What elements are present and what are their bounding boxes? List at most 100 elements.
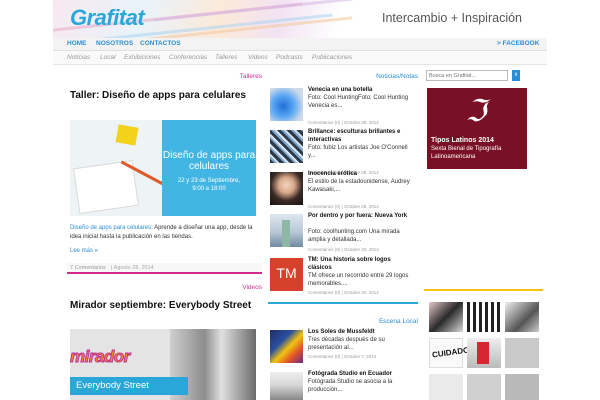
search-form: Ir: [426, 70, 526, 81]
ad-line2: Sexta Bienal de Tipografía: [431, 146, 502, 152]
gallery-thumb[interactable]: [467, 338, 501, 368]
news-thumb[interactable]: [270, 214, 303, 247]
cat-conferencias[interactable]: Conferencias: [169, 54, 207, 61]
cat-talleres[interactable]: Talleres: [215, 54, 238, 61]
image-gallery: CUIDADO: [427, 294, 541, 400]
cat-exhibiciones[interactable]: Exhibiciones: [124, 54, 161, 61]
news-date: | Octubre 20, 2014: [341, 247, 379, 252]
news-thumb[interactable]: [270, 88, 303, 121]
search-button[interactable]: Ir: [512, 70, 520, 81]
local-date: | Octubre 7, 2014: [341, 354, 377, 359]
main-nav: HOME NOSOTROS CONTACTOS > FACEBOOK: [53, 38, 547, 51]
post-date: | Agosto 28, 2014: [111, 265, 154, 271]
gallery-thumb[interactable]: [505, 302, 539, 332]
site-logo[interactable]: Grafitat: [70, 5, 145, 31]
post-title[interactable]: Taller: Diseño de apps para celulares: [70, 90, 246, 101]
news-comments[interactable]: Comentarios (0): [308, 290, 340, 295]
news-accent-line: [268, 302, 418, 304]
cat-podcasts[interactable]: Podcasts: [276, 54, 303, 61]
site-header: Grafitat Intercambio + Inspiración: [53, 0, 547, 38]
gallery-thumb[interactable]: CUIDADO: [429, 338, 470, 368]
news-title[interactable]: Venecia en una botella: [308, 86, 414, 94]
gallery-thumb[interactable]: [505, 374, 539, 400]
local-thumb[interactable]: [270, 330, 303, 363]
local-comments[interactable]: Comentarios (0): [308, 354, 340, 359]
cat-local[interactable]: Local: [100, 54, 116, 61]
news-meta: Comentarios (0) | Octubre 20, 2014: [308, 290, 379, 295]
news-thumb[interactable]: TM: [270, 258, 303, 291]
post-meta: 7 Comentarios | Agosto 28, 2014: [67, 263, 262, 272]
news-thumb[interactable]: [270, 172, 303, 205]
news-item[interactable]: Brillance: esculturas brillantes e inter…: [268, 128, 416, 175]
image-promo-panel: Diseño de apps para celulares 22 y 23 de…: [162, 120, 256, 216]
news-comments[interactable]: Comentarios (0): [308, 120, 340, 125]
gallery-accent-line: [424, 289, 543, 291]
news-comments[interactable]: Comentarios (0): [308, 204, 340, 209]
page: Grafitat Intercambio + Inspiración HOME …: [53, 0, 547, 400]
image-dates: 22 y 23 de Septiembre,: [177, 178, 241, 184]
gallery-thumb[interactable]: [505, 338, 539, 368]
post-category[interactable]: Videos: [242, 284, 262, 291]
ad-title: Tipos Latinos 2014: [431, 137, 494, 144]
gallery-red-figure: [477, 342, 489, 364]
image-sticky-note: [115, 124, 139, 146]
gallery-thumb[interactable]: [467, 302, 501, 332]
local-title[interactable]: Fotógrada Studio en Ecuador: [308, 370, 414, 378]
news-title[interactable]: Brillance: esculturas brillantes e inter…: [308, 128, 414, 144]
news-item[interactable]: Inocencia erótica El estilo de la estado…: [268, 170, 416, 210]
search-input[interactable]: [426, 70, 508, 81]
cat-videos[interactable]: Videos: [248, 54, 268, 61]
tm-logo: TM: [276, 265, 297, 281]
news-date: | Octubre 20, 2014: [341, 290, 379, 295]
cat-publicaciones[interactable]: Publicaciones: [312, 54, 352, 61]
post-card: Videos Mirador septiembre: Everybody Str…: [67, 279, 262, 400]
post-category[interactable]: Talleres: [240, 73, 262, 80]
local-thumb[interactable]: [270, 372, 303, 400]
news-title[interactable]: Por dentro y por fuera: Nueva York: [308, 212, 414, 220]
gallery-thumb[interactable]: [429, 302, 463, 332]
news-excerpt: El estilo de la estadounidense, Audrey K…: [308, 179, 410, 193]
local-item[interactable]: Fotógrada Studio en Ecuador Fotógrada St…: [268, 370, 416, 400]
post-featured-image[interactable]: Diseño de apps para celulares 22 y 23 de…: [70, 120, 256, 216]
local-item[interactable]: Los Soles de Mussfeldt Tres décadas desp…: [268, 328, 416, 368]
post-excerpt: Diseño de apps para celulares: Aprende a…: [70, 224, 256, 241]
gallery-thumb-text: CUIDADO: [431, 345, 470, 360]
gallery-thumb[interactable]: [429, 374, 463, 400]
news-meta: Comentarios (0) | Octubre 28, 2014: [308, 120, 379, 125]
local-excerpt: Tres décadas después de su presentación …: [308, 337, 385, 351]
news-thumb[interactable]: [270, 130, 303, 163]
local-excerpt: Fotógrada Studio se asocia a la producci…: [308, 379, 393, 393]
site-tagline: Intercambio + Inspiración: [382, 11, 523, 25]
post-excerpt-link[interactable]: Diseño de apps para celulares: [70, 225, 151, 231]
gallery-thumb[interactable]: [467, 374, 501, 400]
local-section-tag[interactable]: Escena Local: [379, 318, 418, 325]
news-excerpt: Foto: Cool HuntingFoto: Cool Hunting Ven…: [308, 95, 409, 109]
post-comments[interactable]: 7 Comentarios: [70, 265, 106, 271]
ad-line3: Latinoamericana: [431, 154, 476, 160]
news-excerpt: Foto: coolhunting.com Una mirada amplia …: [308, 229, 400, 243]
news-title[interactable]: TM: Una historia sobre logos clásicos: [308, 256, 414, 272]
read-more-link[interactable]: Lee más »: [70, 248, 98, 254]
image-subtitle-band: Everybody Street: [70, 377, 188, 395]
post-featured-image[interactable]: mirador Everybody Street: [70, 329, 256, 400]
cat-noticias[interactable]: Noticias: [67, 54, 90, 61]
nav-contactos[interactable]: CONTACTOS: [140, 40, 181, 47]
news-title[interactable]: Inocencia erótica: [308, 170, 414, 178]
image-brand-text: mirador: [70, 347, 131, 367]
tipos-latinos-ad[interactable]: ℑ Tipos Latinos 2014 Sexta Bienal de Tip…: [427, 88, 527, 169]
image-subtitle: Everybody Street: [76, 380, 149, 391]
news-item[interactable]: Por dentro y por fuera: Nueva York Foto:…: [268, 212, 416, 260]
news-section-tag[interactable]: Noticias/Notas: [376, 73, 418, 80]
nav-nosotros[interactable]: NOSOTROS: [96, 40, 133, 47]
left-column: Talleres Taller: Diseño de apps para cel…: [67, 70, 262, 400]
post-card: Talleres Taller: Diseño de apps para cel…: [67, 70, 262, 274]
local-title[interactable]: Los Soles de Mussfeldt: [308, 328, 414, 336]
local-meta: Comentarios (0) | Octubre 7, 2014: [308, 354, 376, 359]
news-item[interactable]: Venecia en una botella Foto: Cool Huntin…: [268, 86, 416, 126]
nav-facebook[interactable]: > FACEBOOK: [497, 40, 539, 47]
statue-of-liberty-icon: [282, 220, 290, 247]
nav-home[interactable]: HOME: [67, 40, 87, 47]
news-comments[interactable]: Comentarios (0): [308, 247, 340, 252]
post-title[interactable]: Mirador septiembre: Everybody Street: [70, 300, 251, 311]
news-item[interactable]: TM TM: Una historia sobre logos clásicos…: [268, 256, 416, 300]
